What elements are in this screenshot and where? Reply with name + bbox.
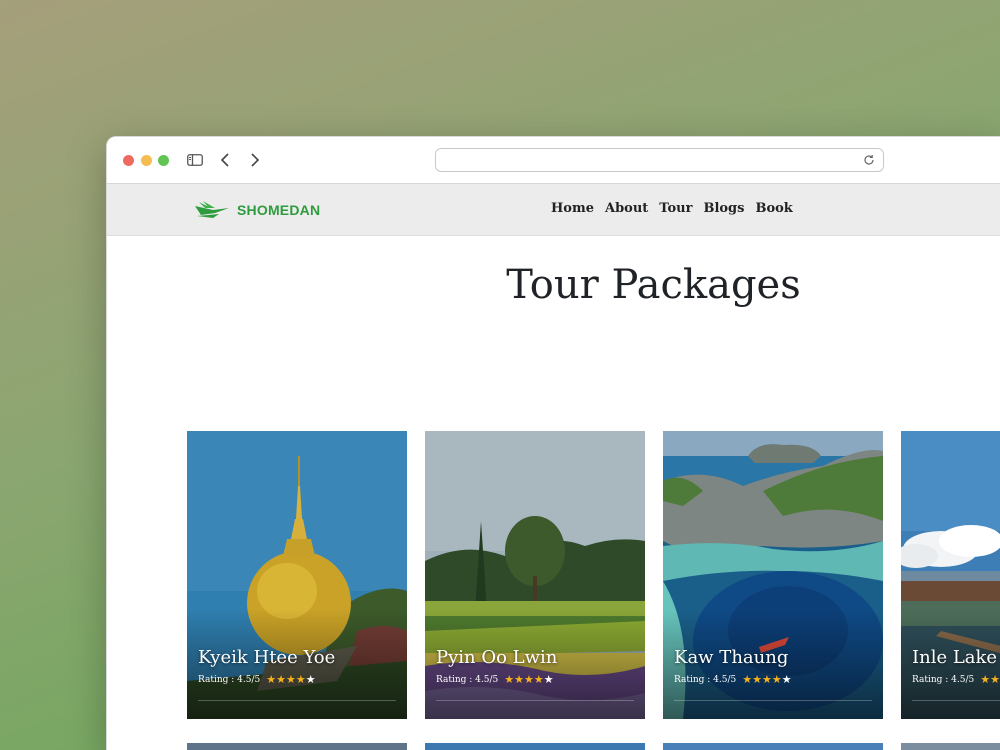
nav-tour[interactable]: Tour <box>659 201 692 216</box>
star-rating: ★★★★★ <box>980 674 1000 685</box>
card-rating: Rating : 4.5/5 ★★★★★ <box>436 674 554 685</box>
card-divider <box>436 700 634 701</box>
nav-about[interactable]: About <box>605 201 648 216</box>
star-icon: ★ <box>276 673 286 686</box>
forward-arrow-icon[interactable] <box>245 150 265 170</box>
tour-card-next-row[interactable] <box>901 743 1000 750</box>
rating-text: Rating : 4.5/5 <box>198 674 261 685</box>
tour-card-next-row[interactable] <box>187 743 407 750</box>
star-icon: ★ <box>533 673 544 686</box>
card-rating: Rating : 4.5/5 ★★★★★ <box>912 674 1000 685</box>
star-rating: ★★★★★ <box>504 674 553 685</box>
address-bar[interactable] <box>435 148 884 172</box>
star-rating: ★★★★★ <box>266 674 315 685</box>
tour-card-kaw-thaung[interactable]: Kaw Thaung Rating : 4.5/5 ★ ★ ★ ★ ★ <box>663 431 883 719</box>
star-rating: ★★★★★ <box>742 674 791 685</box>
page-title: Tour Packages <box>506 262 801 308</box>
star-icon: ★ <box>305 673 316 686</box>
card-title: Kyeik Htee Yoe <box>198 647 336 668</box>
card-title: Pyin Oo Lwin <box>436 647 558 668</box>
star-icon: ★ <box>742 673 753 686</box>
tour-card-next-row[interactable] <box>663 743 883 750</box>
logo-text: SHOMEDAN <box>237 202 321 218</box>
star-icon: ★ <box>543 673 554 686</box>
star-icon: ★ <box>285 673 296 686</box>
card-divider <box>674 700 872 701</box>
star-icon: ★ <box>514 673 524 686</box>
card-rating: Rating : 4.5/5 ★★★★★ <box>198 674 316 685</box>
star-icon: ★ <box>781 673 792 686</box>
star-icon: ★ <box>761 673 772 686</box>
zoom-window-button[interactable] <box>158 155 169 166</box>
card-rating: Rating : 4.5/5 ★★★★★ <box>674 674 792 685</box>
rating-text: Rating : 4.5/5 <box>912 674 975 685</box>
tour-card-inle-lake[interactable]: Inle Lake Rating : 4.5/5 ★★★★★ <box>901 431 1000 719</box>
reload-icon[interactable] <box>863 153 877 167</box>
tour-card-next-row[interactable] <box>425 743 645 750</box>
star-icon: ★ <box>266 673 277 686</box>
sidebar-toggle-icon[interactable] <box>185 150 205 170</box>
nav-blogs[interactable]: Blogs <box>703 201 744 216</box>
browser-toolbar <box>107 137 1000 184</box>
nav-book[interactable]: Book <box>755 201 792 216</box>
card-divider <box>198 700 396 701</box>
bird-logo-icon <box>195 201 229 218</box>
star-icon: ★ <box>771 673 782 686</box>
card-divider <box>912 700 1000 701</box>
star-icon: ★ <box>980 673 991 686</box>
main-nav: Home About Tour Blogs Book <box>551 201 793 216</box>
rating-text: Rating : 4.5/5 <box>674 674 737 685</box>
minimize-window-button[interactable] <box>141 155 152 166</box>
back-arrow-icon[interactable] <box>215 150 235 170</box>
rating-text: Rating : 4.5/5 <box>436 674 499 685</box>
tour-card-pyin-oo-lwin[interactable]: Pyin Oo Lwin Rating : 4.5/5 ★ ★ ★ ★ ★ <box>425 431 645 719</box>
nav-home[interactable]: Home <box>551 201 594 216</box>
site-logo[interactable]: SHOMEDAN <box>193 199 320 221</box>
star-icon: ★ <box>504 673 515 686</box>
browser-window: SHOMEDAN Home About Tour Blogs Book Tour… <box>106 136 1000 750</box>
star-icon: ★ <box>752 673 762 686</box>
star-icon: ★ <box>523 673 534 686</box>
card-title: Kaw Thaung <box>674 647 789 668</box>
close-window-button[interactable] <box>123 155 134 166</box>
site-header: SHOMEDAN Home About Tour Blogs Book <box>107 184 1000 236</box>
star-icon: ★ <box>990 673 1000 686</box>
star-icon: ★ <box>295 673 306 686</box>
tour-card-kyeik-htee-yoe[interactable]: Kyeik Htee Yoe Rating : 4.5/5 ★ ★ ★ ★ ★ <box>187 431 407 719</box>
card-title: Inle Lake <box>912 647 998 668</box>
